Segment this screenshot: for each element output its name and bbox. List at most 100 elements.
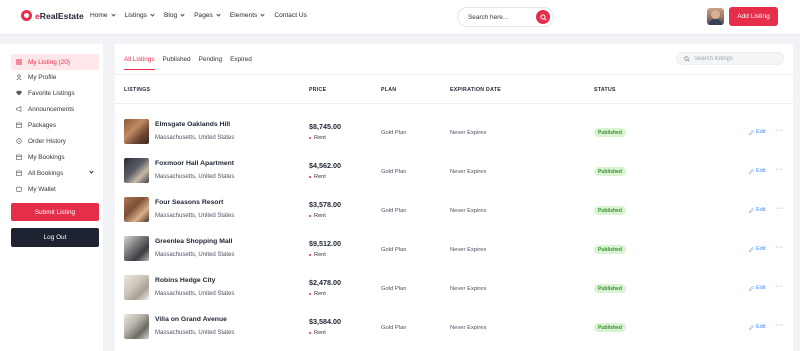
- listing-price: $8,745.00: [309, 122, 341, 131]
- more-options-button[interactable]: ···: [775, 283, 784, 290]
- col-listings: LISTINGS: [124, 87, 151, 93]
- listing-type: Rent: [309, 174, 326, 180]
- listing-price: $9,512.00: [309, 239, 341, 248]
- more-options-button[interactable]: ···: [775, 205, 784, 212]
- edit-button[interactable]: Edit: [749, 207, 766, 213]
- nav-home[interactable]: Home: [90, 12, 116, 19]
- listing-thumbnail[interactable]: [124, 119, 149, 144]
- more-options-button[interactable]: ···: [775, 322, 784, 329]
- listings-panel: All Listings Published Pending Expired L…: [115, 44, 793, 351]
- more-options-button[interactable]: ···: [775, 244, 784, 251]
- nav-blog[interactable]: Blog: [164, 12, 185, 19]
- edit-button[interactable]: Edit: [749, 324, 766, 330]
- more-options-button[interactable]: ···: [775, 166, 784, 173]
- logo-icon: [21, 10, 32, 21]
- chevron-down-icon[interactable]: [89, 169, 94, 174]
- search-button[interactable]: [536, 10, 550, 24]
- listing-name[interactable]: Four Seasons Resort: [155, 199, 223, 206]
- edit-button[interactable]: Edit: [749, 285, 766, 291]
- sidebar-item-my-wallet[interactable]: My Wallet: [11, 181, 99, 197]
- calendar-icon: [16, 154, 22, 160]
- more-options-button[interactable]: ···: [775, 127, 784, 134]
- user-avatar[interactable]: [707, 8, 724, 25]
- pencil-icon: [749, 129, 754, 135]
- chevron-down-icon: [110, 12, 116, 17]
- table-row: Villa on Grand Avenue Massachusetts, Uni…: [115, 303, 793, 342]
- nav-elements[interactable]: Elements: [230, 12, 265, 19]
- listing-name[interactable]: Elmsgate Oaklands Hill: [155, 121, 230, 128]
- tab-expired[interactable]: Expired: [230, 56, 252, 70]
- status-badge: Published: [594, 245, 626, 254]
- dot-icon: [309, 176, 311, 178]
- listing-location: Massachusetts, United States: [155, 291, 235, 297]
- listing-location: Massachusetts, United States: [155, 252, 235, 258]
- heart-icon: [16, 90, 22, 96]
- nav-contact[interactable]: Contact Us: [274, 12, 307, 19]
- listing-expiration: Never Expires: [450, 247, 487, 253]
- status-badge: Published: [594, 323, 626, 332]
- sidebar-item-all-bookings[interactable]: All Bookings: [11, 165, 99, 181]
- pencil-icon: [749, 207, 754, 213]
- tabs-divider: [115, 74, 793, 75]
- listing-price: $3,584.00: [309, 317, 341, 326]
- sidebar-item-my-profile[interactable]: My Profile: [11, 69, 99, 85]
- listing-thumbnail[interactable]: [124, 314, 149, 339]
- search-icon: [539, 13, 547, 21]
- tab-pending[interactable]: Pending: [199, 56, 222, 70]
- listing-name[interactable]: Robins Hedge City: [155, 277, 215, 284]
- site-search: [457, 7, 554, 27]
- history-icon: [16, 138, 22, 144]
- list-icon: [16, 59, 22, 65]
- table-header: LISTINGS PRICE PLAN EXPIRATION DATE STAT…: [115, 84, 793, 98]
- header-divider: [115, 103, 793, 104]
- listing-thumbnail[interactable]: [124, 158, 149, 183]
- listing-name[interactable]: Foxmoor Hall Apartment: [155, 160, 234, 167]
- tab-all-listings[interactable]: All Listings: [124, 56, 155, 70]
- table-row: Elmsgate Oaklands Hill Massachusetts, Un…: [115, 108, 793, 147]
- logo[interactable]: eRealEstate: [21, 10, 84, 21]
- listing-expiration: Never Expires: [450, 208, 487, 214]
- col-price: PRICE: [309, 87, 327, 93]
- edit-button[interactable]: Edit: [749, 168, 766, 174]
- listing-thumbnail[interactable]: [124, 275, 149, 300]
- listing-location: Massachusetts, United States: [155, 213, 235, 219]
- sidebar-item-announcements[interactable]: Announcements: [11, 101, 99, 117]
- table-row: Foxmoor Hall Apartment Massachusetts, Un…: [115, 147, 793, 186]
- listing-expiration: Never Expires: [450, 130, 487, 136]
- listing-location: Massachusetts, United States: [155, 135, 235, 141]
- col-status: STATUS: [594, 87, 616, 93]
- megaphone-icon: [16, 106, 22, 112]
- tab-published[interactable]: Published: [163, 56, 191, 70]
- sidebar-item-my-listing[interactable]: My Listing (20): [11, 54, 99, 70]
- sidebar-item-order-history[interactable]: Order History: [11, 133, 99, 149]
- pencil-icon: [749, 168, 754, 174]
- sidebar: My Listing (20) My Profile Favorite List…: [0, 44, 103, 351]
- sidebar-item-packages[interactable]: Packages: [11, 117, 99, 133]
- listing-name[interactable]: Greenlea Shopping Mall: [155, 238, 232, 245]
- listing-thumbnail[interactable]: [124, 236, 149, 261]
- add-listing-button[interactable]: Add Listing: [729, 7, 778, 26]
- top-navbar: eRealEstate Home Listings Blog Pages Ele…: [0, 0, 800, 34]
- sidebar-item-my-bookings[interactable]: My Bookings: [11, 149, 99, 165]
- listing-location: Massachusetts, United States: [155, 330, 235, 336]
- listing-type: Rent: [309, 330, 326, 336]
- nav-pages[interactable]: Pages: [194, 12, 221, 19]
- logout-button[interactable]: Log Out: [11, 228, 99, 247]
- nav-listings[interactable]: Listings: [125, 12, 155, 19]
- package-icon: [16, 122, 22, 128]
- listing-price: $3,578.00: [309, 200, 341, 209]
- listing-expiration: Never Expires: [450, 169, 487, 175]
- listing-type: Rent: [309, 213, 326, 219]
- sidebar-item-favorite-listings[interactable]: Favorite Listings: [11, 85, 99, 101]
- listing-plan: Gold Plan: [381, 325, 407, 331]
- listing-thumbnail[interactable]: [124, 197, 149, 222]
- listing-name[interactable]: Villa on Grand Avenue: [155, 316, 227, 323]
- listing-search-input[interactable]: [694, 55, 774, 62]
- site-search-input[interactable]: [468, 13, 528, 21]
- edit-button[interactable]: Edit: [749, 129, 766, 135]
- status-badge: Published: [594, 167, 626, 176]
- listing-location: Massachusetts, United States: [155, 174, 235, 180]
- submit-listing-button[interactable]: Submit Listing: [11, 203, 99, 221]
- dot-icon: [309, 215, 311, 217]
- edit-button[interactable]: Edit: [749, 246, 766, 252]
